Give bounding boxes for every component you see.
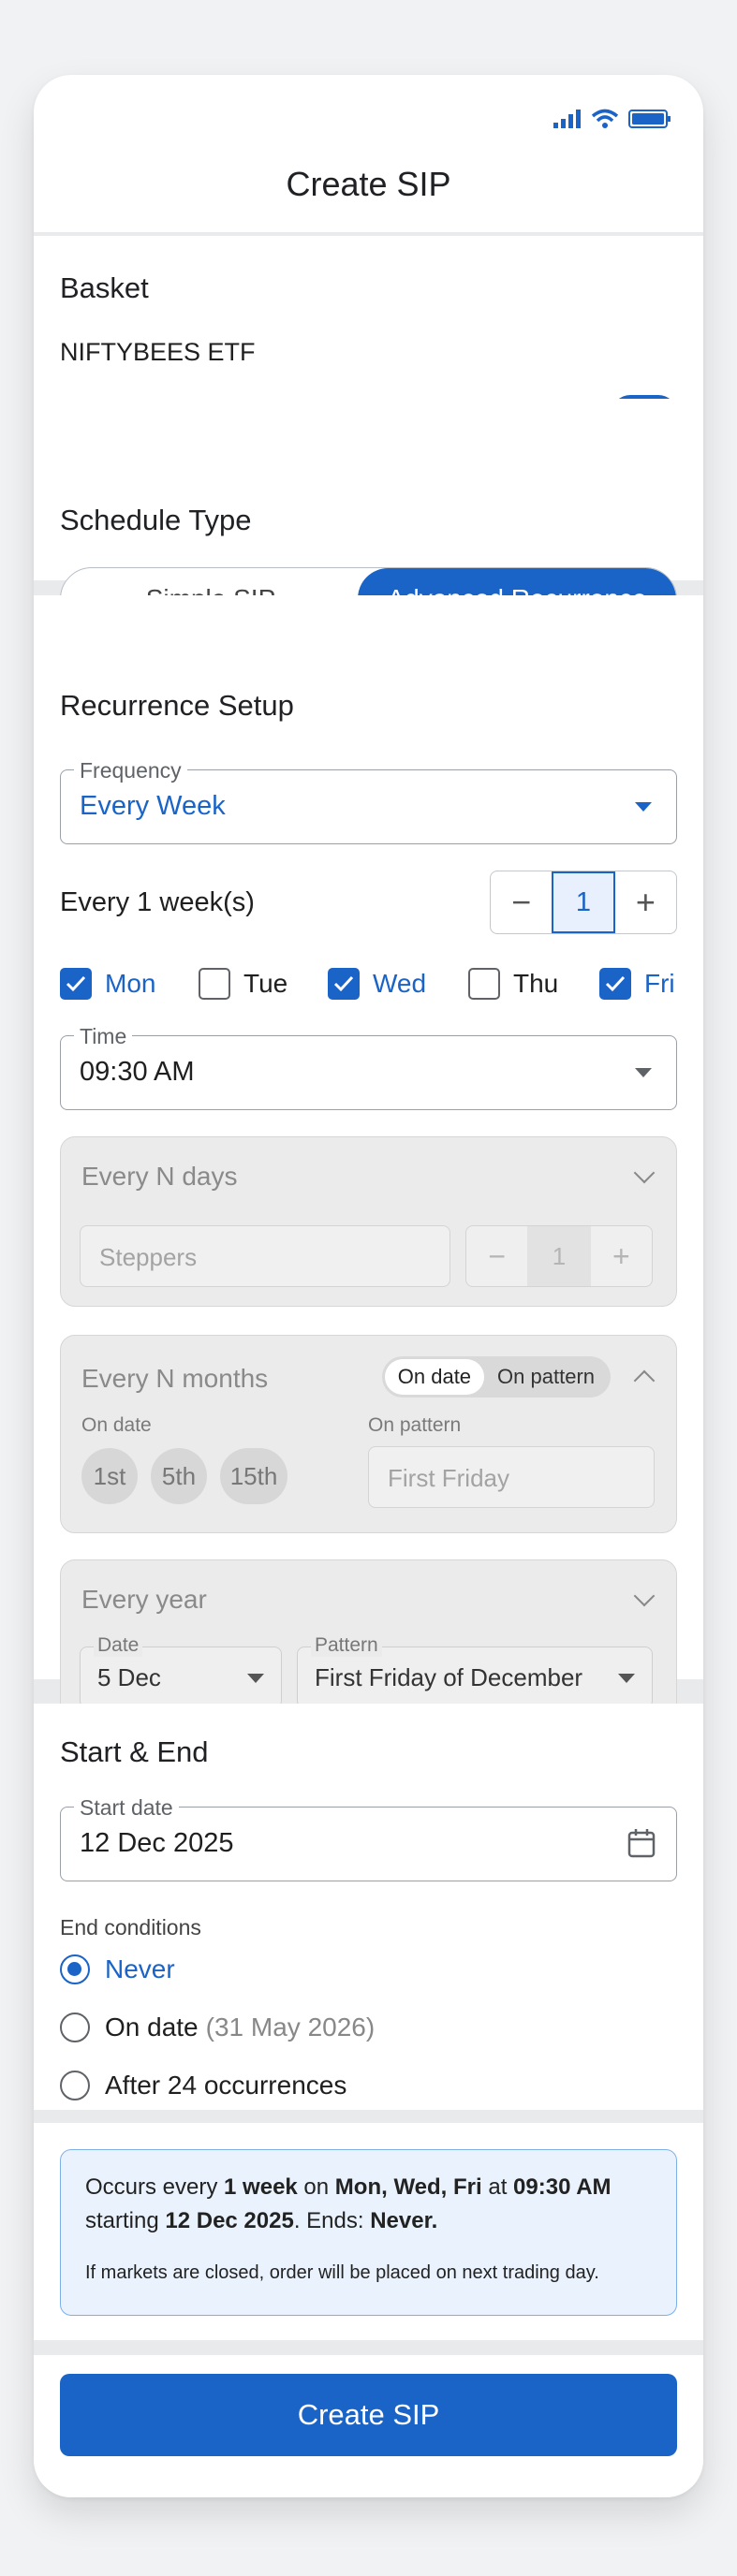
checkbox-empty-icon bbox=[199, 968, 230, 1000]
day-label: Thu bbox=[513, 969, 559, 998]
end-after-occurrences-radio[interactable]: After 24 occurrences bbox=[60, 2071, 346, 2100]
on-pattern-option[interactable]: On pattern bbox=[484, 1359, 608, 1395]
interval-label: Every 1 week(s) bbox=[60, 887, 255, 917]
time-select[interactable]: Time 09:30 AM bbox=[60, 1024, 677, 1110]
chevron-down-icon bbox=[247, 1674, 264, 1683]
app-header: Create SIP bbox=[34, 75, 703, 232]
pattern-label: Pattern bbox=[311, 1634, 382, 1657]
schedule-title: Schedule Type bbox=[60, 504, 252, 536]
wifi-icon bbox=[591, 109, 619, 128]
pattern-value: First Friday of December bbox=[315, 1663, 583, 1691]
recurrence-section: Recurrence Setup Frequency Every Week Ev… bbox=[34, 595, 703, 1730]
n-months-mode-toggle: On date On pattern bbox=[381, 1356, 611, 1398]
interval-stepper: − 1 + bbox=[490, 871, 677, 934]
footer: Create SIP bbox=[34, 2355, 703, 2497]
radio-label: After 24 occurrences bbox=[105, 2071, 347, 2100]
card-title: Every N days bbox=[81, 1162, 238, 1191]
day-label: Fri bbox=[644, 969, 675, 998]
summary-section: Occurs every 1 week on Mon, Wed, Fri at … bbox=[34, 2123, 703, 2340]
date-chip-1st[interactable]: 1st bbox=[81, 1448, 138, 1504]
time-value: 09:30 AM bbox=[80, 1057, 195, 1087]
year-date-select: Date 5 Dec bbox=[80, 1634, 282, 1708]
end-on-date-radio[interactable]: On date (31 May 2026) bbox=[60, 2012, 375, 2042]
chevron-down-icon[interactable] bbox=[633, 1162, 656, 1184]
end-never-radio[interactable]: Never bbox=[60, 1954, 175, 1984]
frequency-label: Frequency bbox=[74, 758, 187, 783]
create-sip-button[interactable]: Create SIP bbox=[60, 2374, 677, 2456]
on-pattern-label: On pattern bbox=[368, 1414, 462, 1436]
steppers-placeholder: Steppers bbox=[99, 1243, 198, 1271]
on-date-label: On date bbox=[81, 1414, 152, 1436]
end-conditions-label: End conditions bbox=[60, 1915, 201, 1939]
checkbox-checked-icon bbox=[60, 968, 92, 1000]
calendar-icon[interactable] bbox=[627, 1828, 656, 1858]
interval-value[interactable]: 1 bbox=[552, 871, 615, 933]
checkbox-checked-icon bbox=[599, 968, 631, 1000]
date-chip-15th[interactable]: 15th bbox=[220, 1448, 287, 1504]
summary-line-2: starting 12 Dec 2025. Ends: Never. bbox=[85, 2208, 438, 2233]
battery-icon bbox=[628, 110, 671, 128]
frequency-select[interactable]: Frequency Every Week bbox=[60, 758, 677, 844]
chevron-down-icon bbox=[635, 802, 652, 812]
pattern-input: First Friday bbox=[368, 1446, 655, 1508]
start-date-field[interactable]: Start date 12 Dec 2025 bbox=[60, 1795, 677, 1881]
start-date-value: 12 Dec 2025 bbox=[80, 1828, 234, 1858]
every-n-days-card[interactable]: Every N days Steppers − 1 + bbox=[60, 1136, 677, 1307]
summary-note: If markets are closed, order will be pla… bbox=[85, 2262, 599, 2283]
status-bar bbox=[553, 109, 671, 129]
day-checkbox-tue[interactable]: Tue bbox=[199, 968, 287, 1000]
chevron-down-icon bbox=[618, 1674, 635, 1683]
page-title: Create SIP bbox=[286, 165, 451, 203]
radio-selected-icon bbox=[60, 1954, 90, 1984]
card-title: Every N months bbox=[81, 1364, 269, 1393]
radio-empty-icon bbox=[60, 2012, 90, 2042]
day-label: Mon bbox=[105, 969, 156, 998]
schedule-section: Schedule Type Simple SIP Advanced Recurr… bbox=[34, 399, 703, 631]
day-checkbox-fri[interactable]: Fri bbox=[599, 968, 675, 1000]
n-days-stepper: − 1 + bbox=[465, 1225, 653, 1287]
day-label: Tue bbox=[243, 969, 288, 998]
every-n-months-card[interactable]: Every N months On date On pattern On dat… bbox=[60, 1335, 677, 1533]
date-chip-5th[interactable]: 5th bbox=[151, 1448, 207, 1504]
start-end-title: Start & End bbox=[60, 1735, 209, 1768]
start-date-label: Start date bbox=[74, 1795, 179, 1821]
radio-label: Never bbox=[105, 1954, 175, 1983]
signal-icon bbox=[553, 110, 581, 128]
frequency-value: Every Week bbox=[80, 791, 226, 821]
checkbox-checked-icon bbox=[328, 968, 360, 1000]
decrement-button[interactable]: − bbox=[491, 871, 552, 933]
steppers-input: Steppers bbox=[80, 1225, 450, 1287]
radio-empty-icon bbox=[60, 2071, 90, 2100]
pattern-placeholder: First Friday bbox=[388, 1464, 509, 1492]
basket-item-label: NIFTYBEES ETF bbox=[60, 338, 256, 366]
decrement-button: − bbox=[488, 1238, 507, 1273]
chevron-down-icon bbox=[635, 1068, 652, 1077]
phone-frame: Create SIP Basket NIFTYBEES ETF Schedule… bbox=[34, 75, 703, 2497]
chevron-down-icon[interactable] bbox=[633, 1585, 656, 1607]
increment-button[interactable]: + bbox=[615, 871, 676, 933]
card-title: Every year bbox=[81, 1585, 207, 1614]
start-end-section: Start & End Start date 12 Dec 2025 End c… bbox=[34, 1704, 703, 2110]
day-checkbox-mon[interactable]: Mon bbox=[60, 968, 155, 1000]
basket-title: Basket bbox=[60, 271, 149, 304]
date-value: 5 Dec bbox=[97, 1663, 161, 1691]
summary-line-1: Occurs every 1 week on Mon, Wed, Fri at … bbox=[85, 2174, 612, 2200]
year-pattern-select: Pattern First Friday of December bbox=[297, 1634, 653, 1708]
date-label: Date bbox=[94, 1634, 143, 1657]
time-label: Time bbox=[74, 1024, 133, 1049]
checkbox-empty-icon bbox=[468, 968, 500, 1000]
recurrence-title: Recurrence Setup bbox=[60, 689, 294, 722]
radio-extra: (31 May 2026) bbox=[205, 2012, 376, 2042]
increment-button: + bbox=[612, 1238, 630, 1273]
day-checkbox-wed[interactable]: Wed bbox=[328, 968, 426, 1000]
summary-box: Occurs every 1 week on Mon, Wed, Fri at … bbox=[60, 2149, 677, 2316]
day-checkbox-thu[interactable]: Thu bbox=[468, 968, 558, 1000]
chevron-up-icon[interactable] bbox=[633, 1369, 656, 1392]
on-date-option[interactable]: On date bbox=[384, 1359, 485, 1395]
radio-label: On date bbox=[105, 2012, 199, 2042]
n-days-value: 1 bbox=[527, 1226, 591, 1286]
day-label: Wed bbox=[373, 969, 427, 998]
